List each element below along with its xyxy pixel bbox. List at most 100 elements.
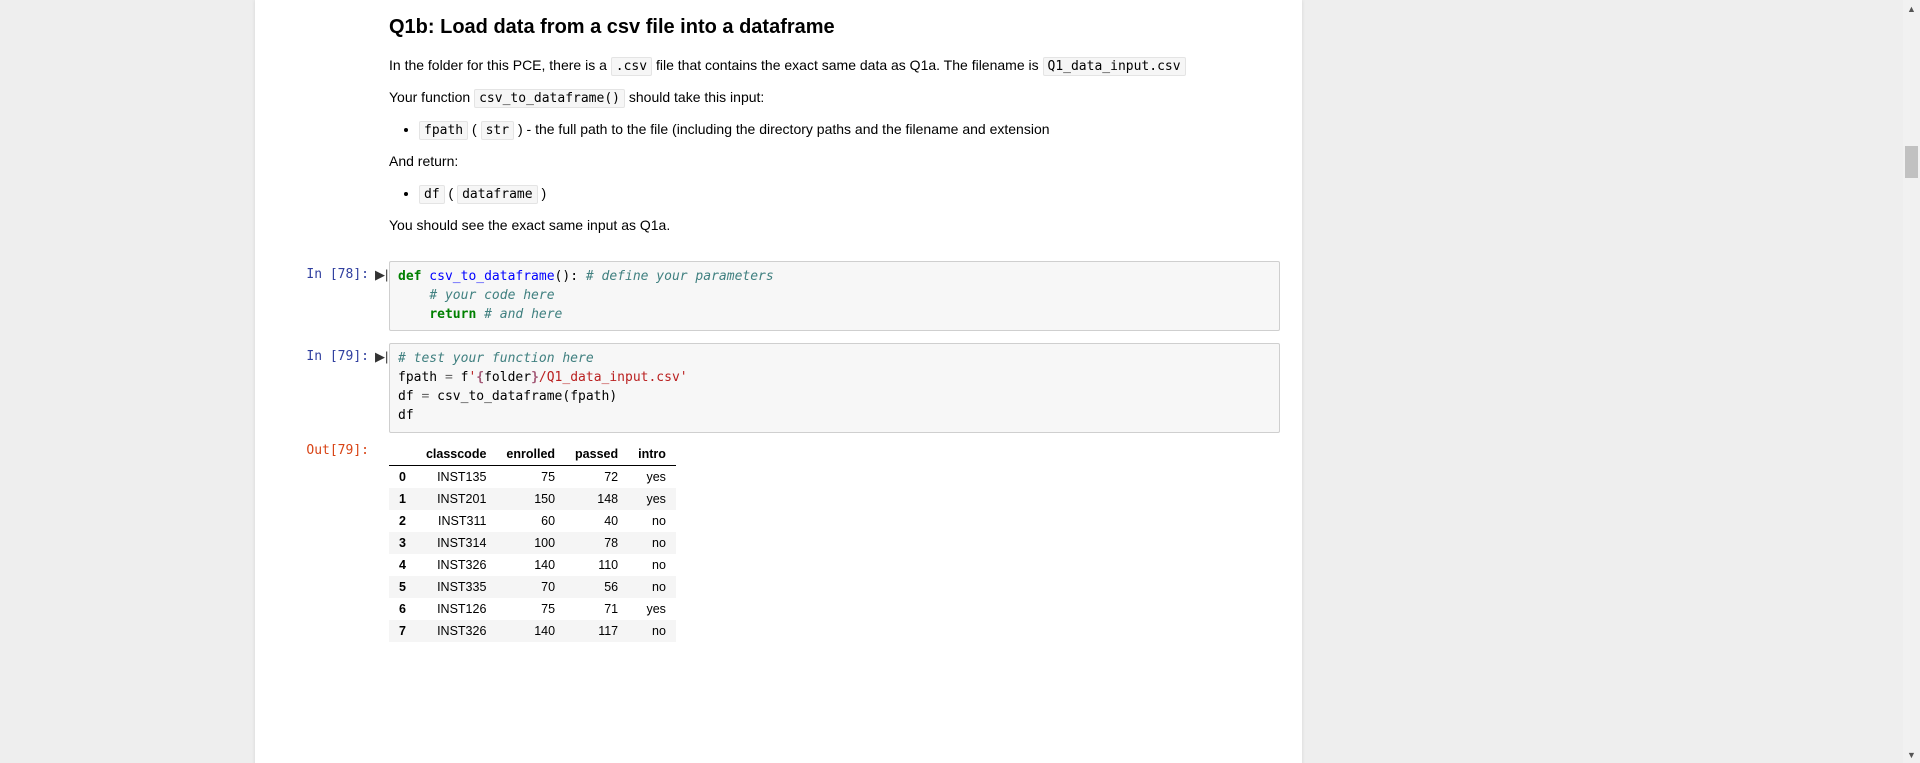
tok: f [453, 370, 469, 385]
out-79-content: classcode enrolled passed intro 0INST135… [389, 437, 1302, 642]
return-list-item: df ( dataframe ) [419, 183, 1302, 205]
out-79-prompt: Out[79]: [255, 437, 375, 464]
code-cell-79: In [79]: ▶| # test your function here fp… [255, 343, 1302, 432]
df-cell: 100 [496, 532, 565, 554]
df-cell: 110 [565, 554, 628, 576]
tok: # your code here [429, 288, 554, 303]
df-cell: 71 [565, 598, 628, 620]
df-cell: 117 [565, 620, 628, 642]
tok: (): [555, 269, 586, 284]
vertical-scrollbar[interactable]: ▲ ▼ [1903, 0, 1920, 763]
df-cell: INST135 [416, 465, 496, 488]
code-str: str [481, 121, 514, 140]
tok: # test your function here [398, 351, 594, 366]
df-index: 6 [389, 598, 416, 620]
tok: folder [484, 370, 531, 385]
df-cell: 140 [496, 554, 565, 576]
code-filename: Q1_data_input.csv [1043, 57, 1186, 76]
df-index: 0 [389, 465, 416, 488]
scroll-up-button[interactable]: ▲ [1903, 0, 1920, 17]
df-cell: INST335 [416, 576, 496, 598]
table-row: 6INST1267571yes [389, 598, 676, 620]
df-cell: yes [628, 465, 676, 488]
df-body: 0INST1357572yes 1INST201150148yes 2INST3… [389, 465, 676, 642]
return-list: df ( dataframe ) [389, 183, 1302, 205]
in-79-prompt: In [79]: [255, 343, 375, 370]
df-index: 1 [389, 488, 416, 510]
table-row: 2INST3116040no [389, 510, 676, 532]
run-cell-79-button[interactable]: ▶| [375, 343, 389, 365]
p2-post: should take this input: [625, 89, 764, 105]
paragraph-function: Your function csv_to_dataframe() should … [389, 87, 1302, 109]
tok: /Q1_data_input.csv' [539, 370, 688, 385]
table-row: 0INST1357572yes [389, 465, 676, 488]
p1-pre: In the folder for this PCE, there is a [389, 57, 611, 73]
tok: csv_to_dataframe [421, 269, 554, 284]
code-df: df [419, 185, 445, 204]
df-cell: no [628, 576, 676, 598]
df-cell: no [628, 510, 676, 532]
df-cell: 75 [496, 598, 565, 620]
p2-pre: Your function [389, 89, 474, 105]
li1-post: ) - the full path to the file (including… [514, 121, 1049, 137]
li2-post: ) [538, 185, 547, 201]
scrollbar-thumb[interactable] [1905, 146, 1918, 178]
df-cell: 60 [496, 510, 565, 532]
markdown-prompt [255, 6, 375, 18]
paragraph-intro: In the folder for this PCE, there is a .… [389, 55, 1302, 77]
table-row: 7INST326140117no [389, 620, 676, 642]
out-arrow-col [375, 437, 389, 443]
code-csv-ext: .csv [611, 57, 652, 76]
code-79-editor[interactable]: # test your function here fpath = f'{fol… [389, 343, 1280, 432]
code-78-editor[interactable]: def csv_to_dataframe(): # define your pa… [389, 261, 1280, 332]
df-cell: INST126 [416, 598, 496, 620]
tok: return [429, 307, 476, 322]
code-79-wrap: # test your function here fpath = f'{fol… [389, 343, 1302, 432]
tok: } [531, 370, 539, 385]
df-index: 7 [389, 620, 416, 642]
markdown-arrow-col [375, 6, 389, 12]
df-head-row: classcode enrolled passed intro [389, 443, 676, 466]
df-cell: 78 [565, 532, 628, 554]
run-icon: ▶| [375, 349, 388, 364]
df-col-header: classcode [416, 443, 496, 466]
df-index: 4 [389, 554, 416, 576]
scroll-down-button[interactable]: ▼ [1903, 746, 1920, 763]
markdown-content: Q1b: Load data from a csv file into a da… [389, 6, 1302, 247]
notebook-container: Q1b: Load data from a csv file into a da… [255, 0, 1302, 763]
input-list-item: fpath ( str ) - the full path to the fil… [419, 119, 1302, 141]
df-cell: 40 [565, 510, 628, 532]
df-col-header: intro [628, 443, 676, 466]
df-cell: 70 [496, 576, 565, 598]
run-cell-78-button[interactable]: ▶| [375, 261, 389, 283]
li2-mid: ( [445, 185, 457, 201]
df-index: 5 [389, 576, 416, 598]
table-row: 1INST201150148yes [389, 488, 676, 510]
viewport: Q1b: Load data from a csv file into a da… [0, 0, 1920, 763]
tok: fpath [398, 370, 445, 385]
df-cell: INST201 [416, 488, 496, 510]
paragraph-note: You should see the exact same input as Q… [389, 215, 1302, 237]
output-cell-79: Out[79]: classcode enrolled passed intro [255, 437, 1302, 642]
tok: df [398, 408, 414, 423]
code-78-wrap: def csv_to_dataframe(): # define your pa… [389, 261, 1302, 332]
paragraph-return: And return: [389, 151, 1302, 173]
df-cell: INST311 [416, 510, 496, 532]
dataframe-table: classcode enrolled passed intro 0INST135… [389, 443, 676, 642]
tok: def [398, 269, 421, 284]
code-dataframe: dataframe [457, 185, 537, 204]
tok: { [476, 370, 484, 385]
table-row: 3INST31410078no [389, 532, 676, 554]
df-cell: 56 [565, 576, 628, 598]
df-cell: INST326 [416, 554, 496, 576]
tok [476, 307, 484, 322]
df-cell: 72 [565, 465, 628, 488]
tok: csv_to_dataframe(fpath) [429, 389, 617, 404]
markdown-cell: Q1b: Load data from a csv file into a da… [255, 6, 1302, 247]
df-index: 2 [389, 510, 416, 532]
p1-mid: file that contains the exact same data a… [652, 57, 1042, 73]
df-cell: no [628, 532, 676, 554]
in-78-prompt: In [78]: [255, 261, 375, 288]
df-col-header: enrolled [496, 443, 565, 466]
input-list: fpath ( str ) - the full path to the fil… [389, 119, 1302, 141]
